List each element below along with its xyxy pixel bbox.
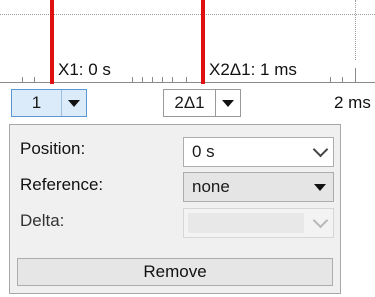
cursor-2-label: X2Δ1: 1 ms [207,60,299,80]
cursor-settings-panel: Position: 0 s Reference: none Delta: Rem… [9,124,341,294]
axis-tick [132,77,133,82]
delta-field [183,208,334,238]
axis-tick [22,77,23,82]
axis-tick-major [355,68,356,82]
axis-tick [330,77,331,82]
grid-line [0,14,375,15]
grid-line-vertical [355,0,356,60]
axis-tick [162,77,163,82]
reference-label: Reference: [20,175,104,194]
scope-timeline: X1: 0 s X2Δ1: 1 ms 2 ms 1 2Δ1 [0,0,375,118]
axis-tick [152,77,153,82]
axis-tick [186,77,187,82]
cursor-1-line[interactable] [50,0,54,84]
axis-tick [142,77,143,82]
axis-tick-label: 2 ms [334,93,371,112]
cursor-1-selector-value: 1 [31,93,42,112]
chevron-down-icon[interactable] [307,141,333,158]
position-field[interactable]: 0 s [183,137,334,167]
position-value: 0 s [192,142,215,161]
cursor-2-selector-value: 2Δ1 [174,93,205,112]
axis-tick [172,77,173,82]
cursor-2-selector[interactable]: 2Δ1 [163,89,241,117]
remove-button[interactable]: Remove [17,258,333,286]
reference-value: none [192,177,230,196]
delta-field-inner [188,213,304,233]
dropdown-arrow-icon[interactable] [216,90,240,116]
position-label: Position: [20,139,86,158]
axis-tick [34,77,35,82]
chevron-down-icon [307,212,333,229]
cursor-2-line[interactable] [201,0,205,84]
reference-dropdown[interactable]: none [183,172,334,202]
cursor-1-selector[interactable]: 1 [11,89,87,117]
time-axis [0,82,375,83]
dropdown-arrow-icon[interactable] [307,183,333,191]
delta-label: Delta: [20,211,65,230]
dropdown-arrow-icon[interactable] [62,90,86,116]
axis-tick [342,77,343,82]
cursor-1-label: X1: 0 s [56,60,113,80]
